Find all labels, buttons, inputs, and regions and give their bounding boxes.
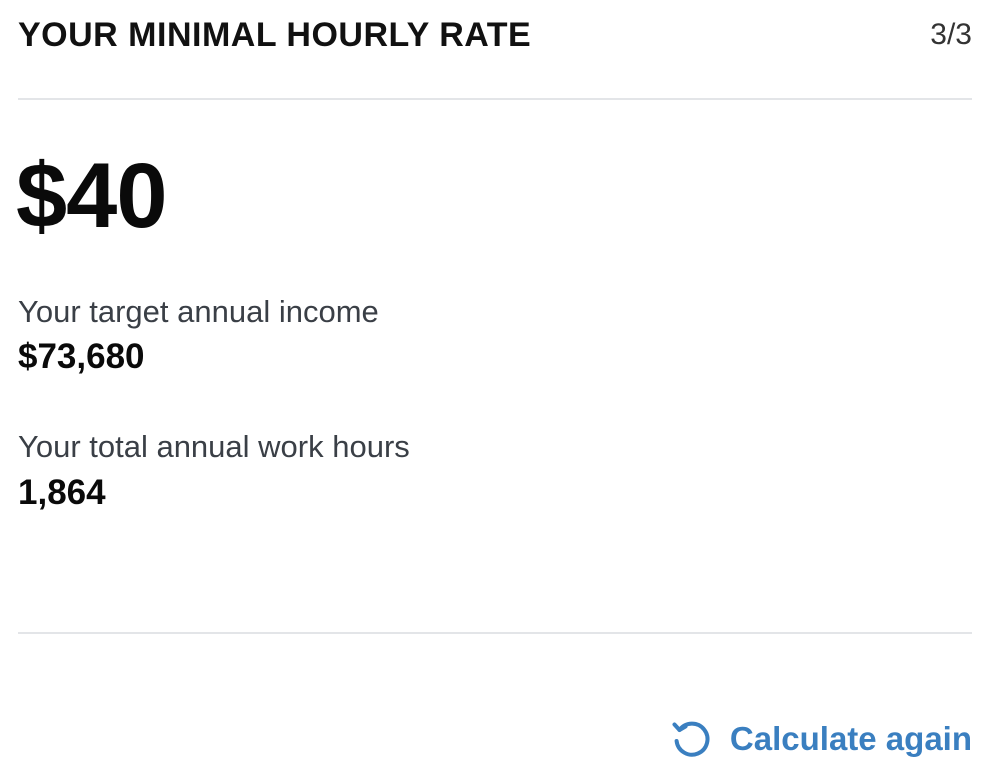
card-header: YOUR MINIMAL HOURLY RATE 3/3 [18,0,972,100]
hourly-rate-value: $40 [16,145,167,247]
work-hours-label: Your total annual work hours [18,429,410,464]
work-hours-value: 1,864 [18,473,106,512]
target-income-label: Your target annual income [18,294,379,329]
calculate-again-button[interactable]: Calculate again [670,716,972,762]
step-indicator: 3/3 [930,18,972,51]
calculate-again-label: Calculate again [729,720,972,757]
header-divider [18,98,972,100]
card-title: YOUR MINIMAL HOURLY RATE [18,16,532,54]
footer-divider [18,632,972,634]
target-income-value: $73,680 [18,337,145,376]
refresh-icon [672,721,710,757]
result-card: YOUR MINIMAL HOURLY RATE 3/3 $40 Your ta… [0,0,996,774]
